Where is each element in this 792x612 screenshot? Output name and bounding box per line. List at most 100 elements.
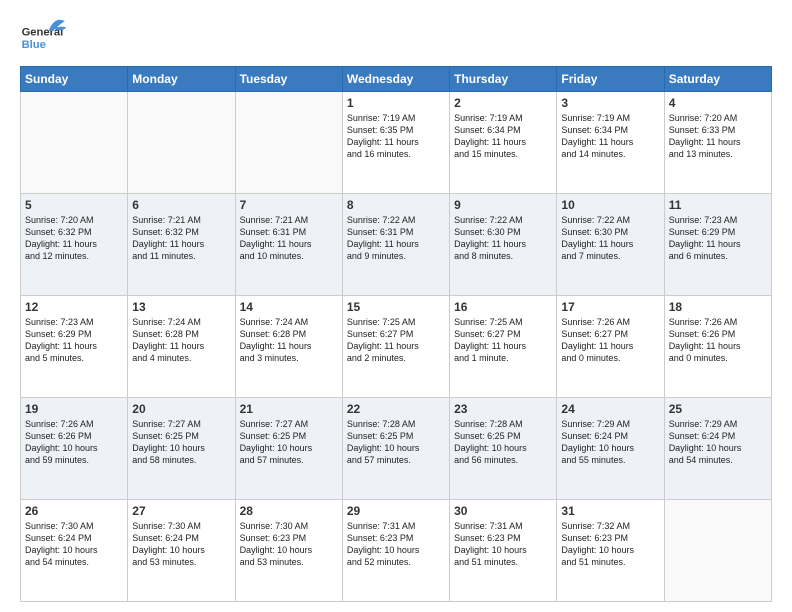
day-info: Sunrise: 7:20 AM Sunset: 6:32 PM Dayligh… <box>25 214 123 263</box>
calendar-header-thursday: Thursday <box>450 67 557 92</box>
day-info: Sunrise: 7:28 AM Sunset: 6:25 PM Dayligh… <box>454 418 552 467</box>
calendar-cell: 1 Sunrise: 7:19 AM Sunset: 6:35 PM Daylig… <box>342 92 449 194</box>
calendar-cell: 5 Sunrise: 7:20 AM Sunset: 6:32 PM Daylig… <box>21 194 128 296</box>
day-number: 15 <box>347 300 445 314</box>
day-info: Sunrise: 7:21 AM Sunset: 6:32 PM Dayligh… <box>132 214 230 263</box>
calendar-week-row: 12 Sunrise: 7:23 AM Sunset: 6:29 PM Dayli… <box>21 296 772 398</box>
day-number: 28 <box>240 504 338 518</box>
calendar-cell <box>128 92 235 194</box>
day-number: 10 <box>561 198 659 212</box>
calendar-cell: 18Sunrise: 7:26 AM Sunset: 6:26 PM Dayli… <box>664 296 771 398</box>
day-number: 16 <box>454 300 552 314</box>
day-number: 5 <box>25 198 123 212</box>
day-number: 18 <box>669 300 767 314</box>
header: General Blue <box>20 16 772 58</box>
calendar-cell: 30 Sunrise: 7:31 AM Sunset: 6:23 PM Dayli… <box>450 500 557 602</box>
calendar-cell: 8 Sunrise: 7:22 AM Sunset: 6:31 PM Daylig… <box>342 194 449 296</box>
page: General Blue SundayMondayTuesdayWednesda… <box>0 0 792 612</box>
day-number: 14 <box>240 300 338 314</box>
day-info: Sunrise: 7:25 AM Sunset: 6:27 PM Dayligh… <box>454 316 552 365</box>
day-info: Sunrise: 7:31 AM Sunset: 6:23 PM Dayligh… <box>454 520 552 569</box>
day-info: Sunrise: 7:28 AM Sunset: 6:25 PM Dayligh… <box>347 418 445 467</box>
calendar-cell: 20 Sunrise: 7:27 AM Sunset: 6:25 PM Dayli… <box>128 398 235 500</box>
day-number: 29 <box>347 504 445 518</box>
calendar-cell: 23 Sunrise: 7:28 AM Sunset: 6:25 PM Dayli… <box>450 398 557 500</box>
day-info: Sunrise: 7:23 AM Sunset: 6:29 PM Dayligh… <box>25 316 123 365</box>
calendar-cell: 31 Sunrise: 7:32 AM Sunset: 6:23 PM Dayli… <box>557 500 664 602</box>
day-number: 19 <box>25 402 123 416</box>
calendar-cell: 26 Sunrise: 7:30 AM Sunset: 6:24 PM Dayli… <box>21 500 128 602</box>
svg-text:Blue: Blue <box>22 39 46 51</box>
day-number: 31 <box>561 504 659 518</box>
logo: General Blue <box>20 16 68 58</box>
day-number: 30 <box>454 504 552 518</box>
day-number: 22 <box>347 402 445 416</box>
calendar-table: SundayMondayTuesdayWednesdayThursdayFrid… <box>20 66 772 602</box>
day-info: Sunrise: 7:30 AM Sunset: 6:23 PM Dayligh… <box>240 520 338 569</box>
day-number: 20 <box>132 402 230 416</box>
day-info: Sunrise: 7:29 AM Sunset: 6:24 PM Dayligh… <box>561 418 659 467</box>
day-info: Sunrise: 7:27 AM Sunset: 6:25 PM Dayligh… <box>240 418 338 467</box>
calendar-cell: 4 Sunrise: 7:20 AM Sunset: 6:33 PM Daylig… <box>664 92 771 194</box>
calendar-header-tuesday: Tuesday <box>235 67 342 92</box>
calendar-cell: 11 Sunrise: 7:23 AM Sunset: 6:29 PM Dayli… <box>664 194 771 296</box>
day-info: Sunrise: 7:25 AM Sunset: 6:27 PM Dayligh… <box>347 316 445 365</box>
calendar-week-row: 26 Sunrise: 7:30 AM Sunset: 6:24 PM Dayli… <box>21 500 772 602</box>
calendar-cell: 16 Sunrise: 7:25 AM Sunset: 6:27 PM Dayli… <box>450 296 557 398</box>
day-number: 27 <box>132 504 230 518</box>
calendar-cell: 29 Sunrise: 7:31 AM Sunset: 6:23 PM Dayli… <box>342 500 449 602</box>
day-info: Sunrise: 7:23 AM Sunset: 6:29 PM Dayligh… <box>669 214 767 263</box>
calendar-cell <box>235 92 342 194</box>
calendar-week-row: 19Sunrise: 7:26 AM Sunset: 6:26 PM Dayli… <box>21 398 772 500</box>
day-number: 26 <box>25 504 123 518</box>
day-info: Sunrise: 7:30 AM Sunset: 6:24 PM Dayligh… <box>25 520 123 569</box>
day-info: Sunrise: 7:24 AM Sunset: 6:28 PM Dayligh… <box>132 316 230 365</box>
day-info: Sunrise: 7:29 AM Sunset: 6:24 PM Dayligh… <box>669 418 767 467</box>
day-number: 23 <box>454 402 552 416</box>
calendar-header-saturday: Saturday <box>664 67 771 92</box>
calendar-cell: 25 Sunrise: 7:29 AM Sunset: 6:24 PM Dayli… <box>664 398 771 500</box>
calendar-cell: 19Sunrise: 7:26 AM Sunset: 6:26 PM Dayli… <box>21 398 128 500</box>
calendar-cell: 22 Sunrise: 7:28 AM Sunset: 6:25 PM Dayli… <box>342 398 449 500</box>
day-info: Sunrise: 7:32 AM Sunset: 6:23 PM Dayligh… <box>561 520 659 569</box>
day-number: 1 <box>347 96 445 110</box>
day-number: 6 <box>132 198 230 212</box>
calendar-cell: 24Sunrise: 7:29 AM Sunset: 6:24 PM Dayli… <box>557 398 664 500</box>
logo-icon: General Blue <box>20 16 68 58</box>
calendar-cell: 12 Sunrise: 7:23 AM Sunset: 6:29 PM Dayli… <box>21 296 128 398</box>
day-number: 8 <box>347 198 445 212</box>
day-number: 13 <box>132 300 230 314</box>
day-info: Sunrise: 7:19 AM Sunset: 6:34 PM Dayligh… <box>561 112 659 161</box>
day-info: Sunrise: 7:19 AM Sunset: 6:35 PM Dayligh… <box>347 112 445 161</box>
calendar-header-row: SundayMondayTuesdayWednesdayThursdayFrid… <box>21 67 772 92</box>
day-info: Sunrise: 7:27 AM Sunset: 6:25 PM Dayligh… <box>132 418 230 467</box>
calendar-header-friday: Friday <box>557 67 664 92</box>
calendar-cell: 15 Sunrise: 7:25 AM Sunset: 6:27 PM Dayli… <box>342 296 449 398</box>
calendar-cell: 2Sunrise: 7:19 AM Sunset: 6:34 PM Daylig… <box>450 92 557 194</box>
day-number: 2 <box>454 96 552 110</box>
calendar-cell: 17Sunrise: 7:26 AM Sunset: 6:27 PM Dayli… <box>557 296 664 398</box>
calendar-cell: 10 Sunrise: 7:22 AM Sunset: 6:30 PM Dayli… <box>557 194 664 296</box>
day-number: 11 <box>669 198 767 212</box>
day-info: Sunrise: 7:24 AM Sunset: 6:28 PM Dayligh… <box>240 316 338 365</box>
day-number: 9 <box>454 198 552 212</box>
day-number: 21 <box>240 402 338 416</box>
day-number: 4 <box>669 96 767 110</box>
calendar-cell: 14 Sunrise: 7:24 AM Sunset: 6:28 PM Dayli… <box>235 296 342 398</box>
day-info: Sunrise: 7:31 AM Sunset: 6:23 PM Dayligh… <box>347 520 445 569</box>
calendar-cell: 3Sunrise: 7:19 AM Sunset: 6:34 PM Daylig… <box>557 92 664 194</box>
calendar-cell: 21 Sunrise: 7:27 AM Sunset: 6:25 PM Dayli… <box>235 398 342 500</box>
day-info: Sunrise: 7:22 AM Sunset: 6:31 PM Dayligh… <box>347 214 445 263</box>
calendar-header-wednesday: Wednesday <box>342 67 449 92</box>
calendar-cell: 7Sunrise: 7:21 AM Sunset: 6:31 PM Daylig… <box>235 194 342 296</box>
day-number: 12 <box>25 300 123 314</box>
day-number: 25 <box>669 402 767 416</box>
calendar-cell <box>21 92 128 194</box>
day-info: Sunrise: 7:30 AM Sunset: 6:24 PM Dayligh… <box>132 520 230 569</box>
day-info: Sunrise: 7:26 AM Sunset: 6:27 PM Dayligh… <box>561 316 659 365</box>
calendar-cell: 13 Sunrise: 7:24 AM Sunset: 6:28 PM Dayli… <box>128 296 235 398</box>
day-info: Sunrise: 7:22 AM Sunset: 6:30 PM Dayligh… <box>561 214 659 263</box>
day-info: Sunrise: 7:20 AM Sunset: 6:33 PM Dayligh… <box>669 112 767 161</box>
calendar-week-row: 5 Sunrise: 7:20 AM Sunset: 6:32 PM Daylig… <box>21 194 772 296</box>
day-info: Sunrise: 7:22 AM Sunset: 6:30 PM Dayligh… <box>454 214 552 263</box>
